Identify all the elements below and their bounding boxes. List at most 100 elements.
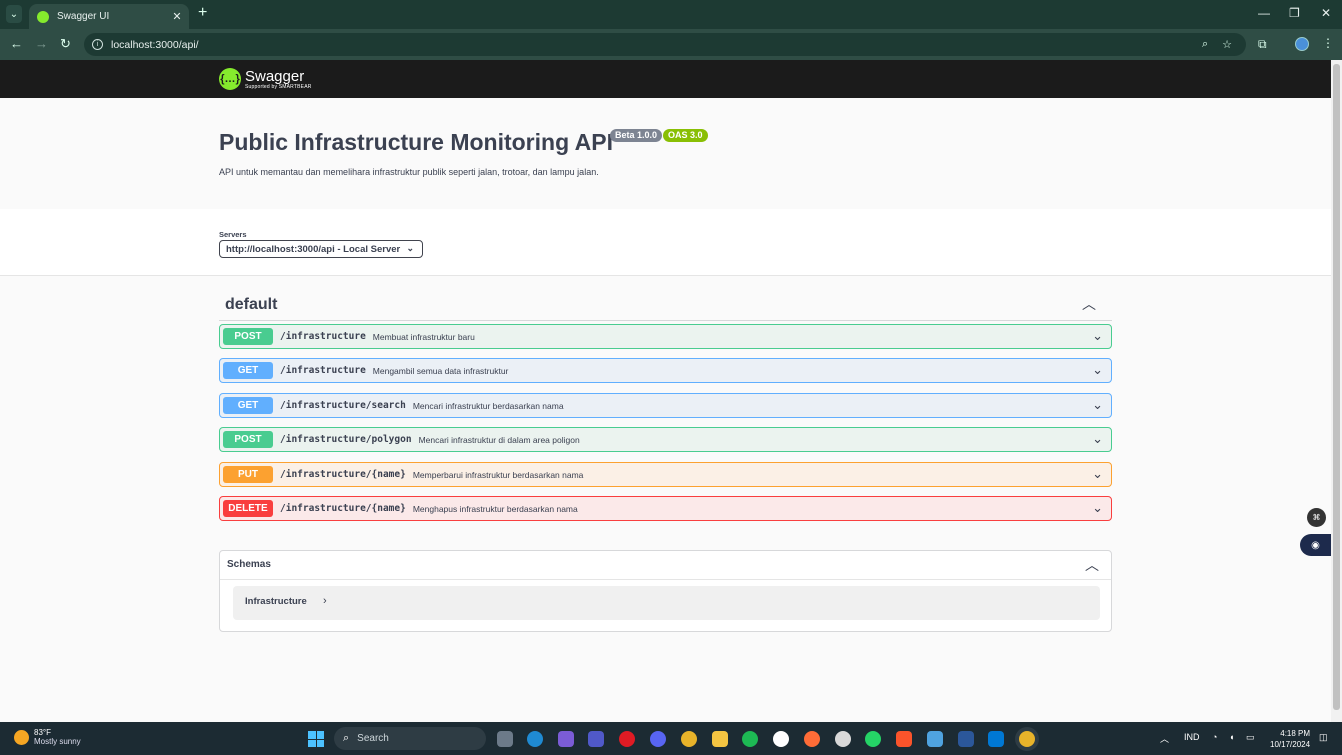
clock[interactable]: 4:18 PM 10/17/2024	[1270, 728, 1310, 750]
method-badge: GET	[223, 397, 273, 414]
volume-icon[interactable]: ◖	[1229, 732, 1234, 742]
schemas-header[interactable]: Schemas ︿	[220, 551, 1111, 580]
schemas-section: Schemas ︿ Infrastructure ›	[219, 550, 1112, 632]
swagger-brand-sub: Supported by SMARTBEAR	[245, 83, 312, 90]
operation-path: /infrastructure/{name}	[280, 469, 406, 480]
chevron-down-icon[interactable]: ⌄	[1092, 362, 1103, 378]
url-text[interactable]: localhost:3000/api/	[111, 39, 1202, 51]
chevron-up-icon[interactable]: ︿	[1160, 732, 1169, 745]
method-badge: POST	[223, 431, 273, 448]
schemas-title: Schemas	[227, 559, 271, 570]
weather-condition: Mostly sunny	[34, 737, 81, 746]
edge-icon[interactable]	[527, 731, 543, 747]
operation-path: /infrastructure/search	[280, 400, 406, 411]
operation-row[interactable]: GET /infrastructure Mengambil semua data…	[219, 358, 1112, 383]
github-desktop-icon[interactable]	[773, 731, 789, 747]
operation-path: /infrastructure/polygon	[280, 434, 412, 445]
scrollbar-thumb[interactable]	[1333, 64, 1340, 710]
notification-icon[interactable]: ◫	[1319, 732, 1328, 743]
weather-widget[interactable]: 83°F Mostly sunny	[14, 728, 81, 747]
app-icon[interactable]	[835, 731, 851, 747]
brave-icon[interactable]	[896, 731, 912, 747]
window-close-icon[interactable]: ✕	[1321, 6, 1331, 20]
browser-tab[interactable]: Swagger UI ✕	[29, 4, 189, 29]
operation-path: /infrastructure	[280, 331, 366, 342]
file-explorer-icon[interactable]	[712, 731, 728, 747]
operation-summary: Membuat infrastruktur baru	[372, 331, 475, 342]
chevron-down-icon[interactable]: ⌄	[1092, 328, 1103, 344]
chevron-down-icon[interactable]: ⌄	[1092, 466, 1103, 482]
chevron-up-icon[interactable]: ︿	[1085, 555, 1099, 575]
swagger-topbar: {…} Swagger Supported by SMARTBEAR	[0, 60, 1331, 98]
spotify-icon[interactable]	[742, 731, 758, 747]
chevron-up-icon[interactable]: ︿	[1082, 294, 1096, 314]
task-view-icon[interactable]	[497, 731, 513, 747]
chevron-down-icon[interactable]: ⌄	[1092, 500, 1103, 516]
zoom-icon[interactable]: ⌕	[1202, 38, 1208, 51]
chevron-down-icon[interactable]: ⌄	[1092, 431, 1103, 447]
wifi-icon[interactable]: ◔	[1212, 732, 1217, 742]
extension-widget-icon[interactable]: ⌘	[1307, 508, 1326, 527]
new-tab-button[interactable]: +	[198, 5, 207, 21]
taskbar-search[interactable]: ⌕ Search	[334, 727, 486, 750]
teams-icon[interactable]	[588, 731, 604, 747]
reload-icon[interactable]: ↻	[60, 36, 71, 52]
language-indicator[interactable]: IND	[1184, 732, 1200, 742]
restore-icon[interactable]: ❐	[1289, 6, 1300, 20]
chrome-icon[interactable]	[681, 731, 697, 747]
discord-icon[interactable]	[650, 731, 666, 747]
operation-row[interactable]: GET /infrastructure/search Mencari infra…	[219, 393, 1112, 418]
word-icon[interactable]	[958, 731, 974, 747]
tag-section-header[interactable]: default ︿	[219, 290, 1112, 321]
profile-icon[interactable]	[1295, 37, 1309, 51]
tab-search-icon[interactable]: ⌄	[6, 5, 22, 23]
copilot-icon[interactable]	[558, 731, 574, 747]
clock-date: 10/17/2024	[1270, 740, 1311, 749]
extensions-icon[interactable]: ⧉	[1258, 37, 1267, 52]
postman-icon[interactable]	[804, 731, 820, 747]
operation-row[interactable]: DELETE /infrastructure/{name} Menghapus …	[219, 496, 1112, 521]
operation-summary: Menghapus infrastruktur berdasarkan nama	[412, 503, 578, 514]
battery-icon[interactable]: ▭	[1246, 732, 1255, 743]
menu-icon[interactable]: ⋮	[1322, 36, 1334, 50]
forward-icon[interactable]: →	[35, 36, 48, 51]
clock-time: 4:18 PM	[1280, 729, 1311, 738]
chrome-active-icon[interactable]	[1019, 731, 1035, 747]
operation-row[interactable]: POST /infrastructure/polygon Mencari inf…	[219, 427, 1112, 452]
address-bar[interactable]: i localhost:3000/api/ ⌕ ☆	[84, 33, 1246, 56]
servers-label: Servers	[219, 230, 247, 239]
minimize-icon[interactable]: —	[1258, 6, 1270, 20]
servers-section: Servers http://localhost:3000/api - Loca…	[0, 209, 1331, 276]
tab-close-icon[interactable]: ✕	[169, 10, 185, 23]
operation-row[interactable]: PUT /infrastructure/{name} Memperbarui i…	[219, 462, 1112, 487]
servers-select[interactable]: http://localhost:3000/api - Local Server…	[219, 240, 423, 258]
chevron-right-icon[interactable]: ›	[323, 595, 327, 607]
notepad-icon[interactable]	[927, 731, 943, 747]
whatsapp-icon[interactable]	[865, 731, 881, 747]
operation-row[interactable]: POST /infrastructure Membuat infrastrukt…	[219, 324, 1112, 349]
page-scrollbar[interactable]	[1331, 60, 1342, 722]
sun-icon	[14, 730, 29, 745]
method-badge: POST	[223, 328, 273, 345]
chevron-down-icon[interactable]: ⌄	[1092, 397, 1103, 413]
opera-icon[interactable]	[619, 731, 635, 747]
swagger-logo[interactable]: {…} Swagger Supported by SMARTBEAR	[219, 68, 312, 90]
method-badge: GET	[223, 362, 273, 379]
schema-model[interactable]: Infrastructure ›	[233, 586, 1100, 620]
swagger-logo-icon: {…}	[219, 68, 241, 90]
start-icon[interactable]	[308, 731, 324, 747]
chat-assistant-icon[interactable]: ◉	[1300, 534, 1331, 556]
site-info-icon[interactable]: i	[92, 39, 103, 50]
chevron-down-icon: ⌄	[406, 243, 414, 253]
schema-model-name: Infrastructure	[245, 596, 307, 607]
vscode-icon[interactable]	[988, 731, 1004, 747]
operation-summary: Memperbarui infrastruktur berdasarkan na…	[412, 469, 584, 480]
version-badge: Beta 1.0.0	[610, 129, 663, 142]
browser-toolbar: ← → ↻ i localhost:3000/api/ ⌕ ☆	[0, 29, 1342, 60]
taskbar: 83°F Mostly sunny ⌕ Search ︿ IND ◔ ◖ ▭ 4…	[0, 722, 1342, 755]
operation-summary: Mengambil semua data infrastruktur	[372, 365, 509, 376]
operation-summary: Mencari infrastruktur berdasarkan nama	[412, 400, 564, 411]
star-icon[interactable]: ☆	[1222, 38, 1232, 51]
search-icon: ⌕	[343, 732, 350, 744]
back-icon[interactable]: ←	[10, 36, 23, 51]
